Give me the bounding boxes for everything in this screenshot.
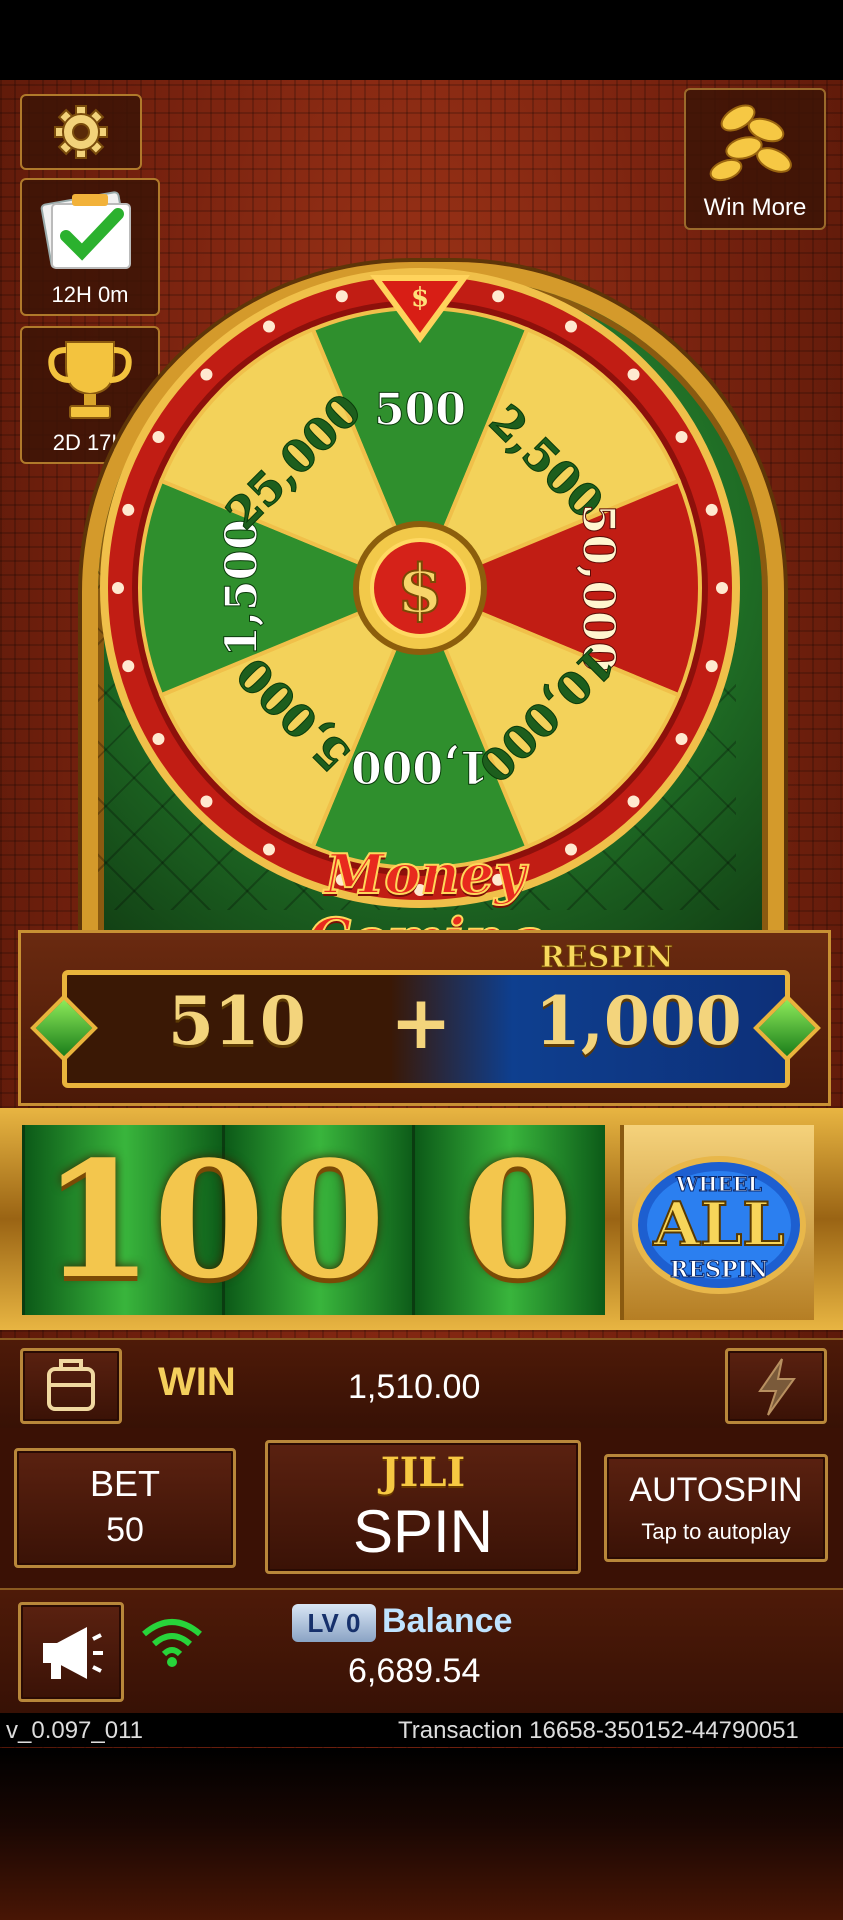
wheel-bulb <box>200 795 213 808</box>
autospin-hint: Tap to autoplay <box>641 1519 791 1544</box>
autospin-button[interactable]: AUTOSPIN Tap to autoplay <box>604 1454 828 1562</box>
wheel-segment-label: 1,500 <box>217 519 268 657</box>
wheel-all-respin-badge: WHEEL ALL RESPIN <box>620 1125 814 1320</box>
bet-label: BET <box>89 1463 160 1504</box>
wheel-bulb <box>675 431 688 443</box>
wheel-bulb <box>263 320 275 333</box>
bag-button[interactable] <box>20 1348 122 1424</box>
level-badge: LV 0 <box>292 1604 376 1642</box>
wheel-bulb <box>716 582 728 594</box>
wheel-segment-label: 500 <box>374 385 466 436</box>
bet-value: 50 <box>106 1511 144 1549</box>
autospin-label: AUTOSPIN <box>629 1471 803 1509</box>
respin-left-value: 510 <box>168 982 306 1060</box>
wheel-bulb <box>627 795 640 808</box>
prize-wheel[interactable]: 500 2,50050,00010,0001,0005,0001,50025,00… <box>0 0 843 940</box>
wheel-bulb <box>627 368 640 381</box>
balance-label: Balance <box>382 1602 513 1640</box>
respin-plus: + <box>390 980 453 1066</box>
wheel-bulb <box>335 290 348 303</box>
balance-value: 6,689.54 <box>348 1652 481 1690</box>
bet-button[interactable]: BET 50 <box>14 1448 236 1568</box>
respin-right-value: 1,000 <box>535 982 742 1060</box>
bag-icon <box>47 1359 95 1411</box>
transaction-text: Transaction 16658-350152-44790051 <box>398 1717 799 1744</box>
bottom-background <box>0 1748 843 1920</box>
svg-text:$: $ <box>411 283 429 313</box>
game-screen: 12H 0m 2D 17H Win More 500 2,500 50,000 … <box>0 0 843 1920</box>
respin-label: RESPIN <box>539 940 674 976</box>
reel-3-digit: 0 <box>462 1126 574 1314</box>
wheel-segment-label: 1,000 <box>351 741 489 792</box>
wheel-bulb <box>152 733 165 745</box>
reel-1-digit: 10 <box>42 1126 265 1314</box>
lightning-icon <box>758 1358 796 1416</box>
spin-brand: JILI <box>380 1449 466 1496</box>
win-value: 1,510.00 <box>348 1368 481 1406</box>
spin-label: SPIN <box>352 1498 494 1565</box>
wheel-bulb <box>675 733 688 745</box>
badge-bottom-text: RESPIN <box>670 1257 768 1283</box>
win-label: WIN <box>158 1360 236 1404</box>
wheel-hub-symbol: $ <box>397 550 443 628</box>
wifi-icon <box>142 1619 202 1667</box>
wheel-bulb <box>200 368 213 381</box>
wheel-bulb <box>705 503 718 516</box>
wheel-bulb <box>492 290 505 303</box>
wheel-bulb <box>705 660 718 673</box>
wheel-bulb <box>152 431 165 443</box>
version-text: v_0.097_011 <box>6 1717 144 1744</box>
turbo-button[interactable] <box>725 1348 827 1424</box>
wheel-bulb <box>122 503 135 516</box>
wheel-bulb <box>112 582 124 594</box>
megaphone-icon <box>43 1627 103 1679</box>
badge-main-text: ALL <box>653 1190 785 1260</box>
wheel-bulb <box>565 320 577 333</box>
spin-button[interactable]: JILI SPIN <box>265 1440 581 1574</box>
sound-button[interactable] <box>18 1602 124 1702</box>
wheel-bulb <box>122 660 135 673</box>
reel-2-digit: 0 <box>274 1126 386 1314</box>
